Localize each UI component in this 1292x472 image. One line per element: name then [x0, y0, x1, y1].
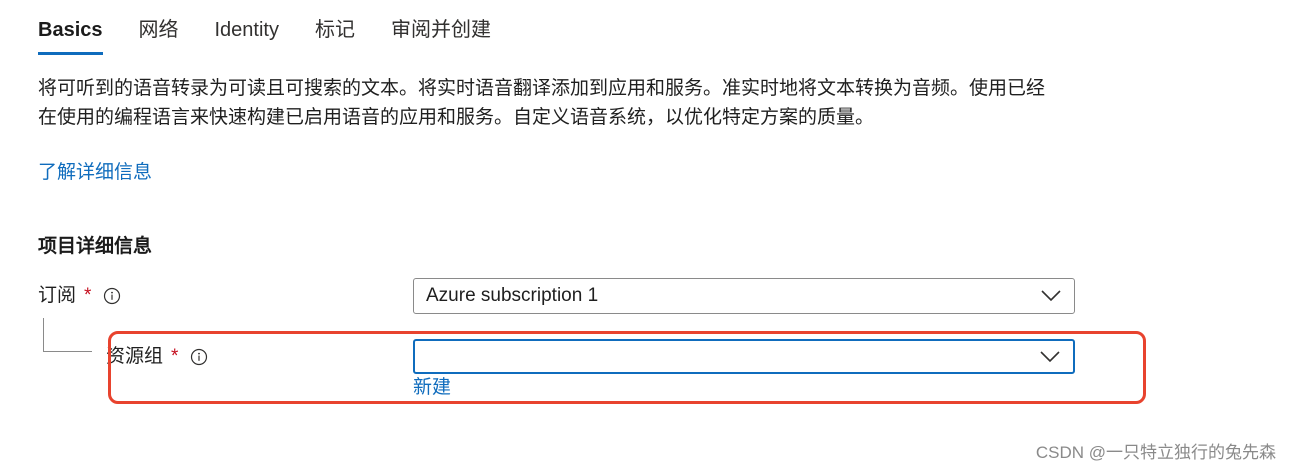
- subscription-label-row: 订阅 *: [38, 282, 121, 310]
- tab-network[interactable]: 网络: [139, 14, 179, 46]
- required-asterisk: *: [84, 285, 92, 306]
- chevron-down-icon: [1041, 290, 1061, 302]
- tab-identity[interactable]: Identity: [215, 14, 279, 46]
- watermark: CSDN @一只特立独行的兔先森: [1035, 443, 1276, 462]
- project-details-heading: 项目详细信息: [38, 236, 153, 257]
- description-line-1: 将可听到的语音转录为可读且可搜索的文本。将实时语音翻译添加到应用和服务。准实时地…: [38, 78, 1046, 99]
- info-icon[interactable]: [103, 287, 121, 305]
- subscription-selected-value: Azure subscription 1: [426, 285, 599, 306]
- learn-more-link[interactable]: 了解详细信息: [38, 158, 152, 188]
- required-asterisk: *: [171, 346, 179, 367]
- service-description: 将可听到的语音转录为可读且可搜索的文本。将实时语音翻译添加到应用和服务。准实时地…: [38, 74, 1098, 132]
- subscription-label: 订阅: [38, 285, 77, 306]
- resource-group-label-row: 资源组 *: [106, 343, 208, 371]
- tab-tags[interactable]: 标记: [315, 14, 355, 46]
- tab-basics[interactable]: Basics: [38, 14, 103, 55]
- resource-group-dropdown[interactable]: [413, 339, 1075, 374]
- description-line-2: 在使用的编程语言来快速构建已启用语音的应用和服务。自定义语音系统，以优化特定方案…: [38, 107, 875, 128]
- create-new-resource-group-link[interactable]: 新建: [413, 374, 451, 402]
- tab-review-create[interactable]: 审阅并创建: [391, 14, 491, 46]
- resource-group-label: 资源组: [106, 346, 164, 367]
- wizard-tabs: Basics 网络 Identity 标记 审阅并创建: [38, 14, 527, 55]
- info-icon[interactable]: [190, 348, 208, 366]
- subscription-dropdown[interactable]: Azure subscription 1: [413, 278, 1075, 314]
- hierarchy-connector: [43, 318, 92, 352]
- azure-speech-create-page: Basics 网络 Identity 标记 审阅并创建 将可听到的语音转录为可读…: [0, 0, 1292, 472]
- chevron-down-icon: [1040, 350, 1060, 362]
